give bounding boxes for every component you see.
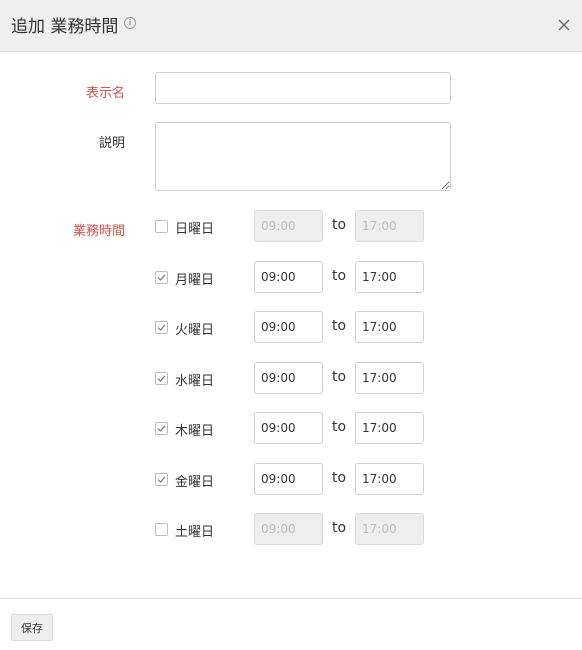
start-time-input[interactable] [254,210,323,242]
end-time-input[interactable] [355,513,424,545]
day-row-saturday: 土曜日 to [0,513,582,545]
to-separator: to [332,419,347,435]
day-row-thursday: 木曜日 to [0,412,582,444]
end-time-input[interactable] [355,311,424,343]
checkmark-icon [157,375,166,382]
start-time-input[interactable] [254,261,323,293]
day-label: 金曜日 [175,475,215,490]
day-label: 月曜日 [175,273,215,288]
to-separator: to [332,470,347,486]
to-separator: to [332,217,347,233]
day-checkbox[interactable] [155,422,168,435]
checkmark-icon [157,476,166,483]
end-time-input[interactable] [355,362,424,394]
day-row-wednesday: 水曜日 to [0,362,582,394]
end-time-input[interactable] [355,261,424,293]
dialog-header: 追加 業務時間 i [0,0,582,52]
display-name-input[interactable] [155,72,451,104]
day-checkbox[interactable] [155,372,168,385]
save-button[interactable]: 保存 [11,614,53,641]
dialog-title: 追加 業務時間 [11,17,119,37]
day-checkbox[interactable] [155,321,168,334]
day-row-tuesday: 火曜日 to [0,311,582,343]
day-label: 木曜日 [175,424,215,439]
to-separator: to [332,369,347,385]
day-label: 水曜日 [175,374,215,389]
day-row-monday: 月曜日 to [0,261,582,293]
display-name-label: 表示名 [85,86,125,101]
to-separator: to [332,520,347,536]
to-separator: to [332,268,347,284]
day-label: 火曜日 [175,323,215,338]
description-label: 説明 [98,136,125,151]
start-time-input[interactable] [254,362,323,394]
add-business-hours-dialog: 追加 業務時間 i 表示名 説明 業務時間 日曜日 to 月曜日 to [0,0,582,650]
close-icon[interactable] [558,16,570,31]
end-time-input[interactable] [355,463,424,495]
checkmark-icon [157,274,166,281]
to-separator: to [332,318,347,334]
day-checkbox[interactable] [155,271,168,284]
day-row-friday: 金曜日 to [0,463,582,495]
day-checkbox[interactable] [155,220,168,233]
start-time-input[interactable] [254,311,323,343]
description-textarea[interactable] [155,122,451,191]
start-time-input[interactable] [254,412,323,444]
checkmark-icon [157,425,166,432]
end-time-input[interactable] [355,210,424,242]
info-circle-icon[interactable]: i [124,17,136,29]
day-label: 土曜日 [175,525,215,540]
day-row-sunday: 日曜日 to [0,210,582,242]
day-checkbox[interactable] [155,523,168,536]
end-time-input[interactable] [355,412,424,444]
checkmark-icon [157,324,166,331]
start-time-input[interactable] [254,513,323,545]
day-checkbox[interactable] [155,473,168,486]
day-label: 日曜日 [175,222,215,237]
start-time-input[interactable] [254,463,323,495]
footer-divider [0,598,582,599]
